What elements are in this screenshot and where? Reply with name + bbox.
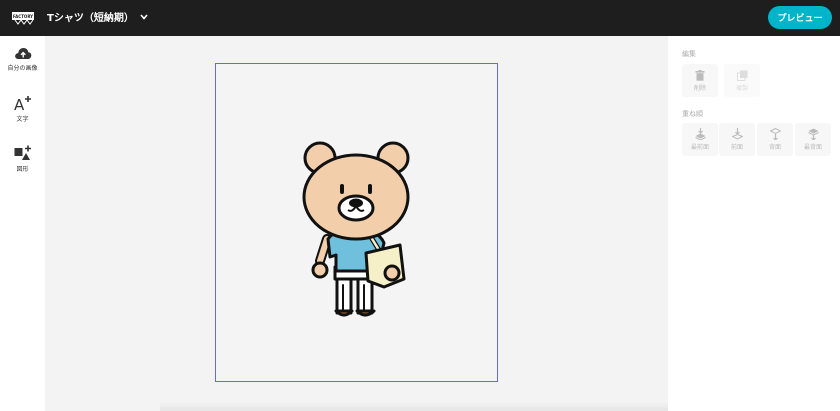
canvas-bottom-shadow: [160, 402, 680, 411]
add-shape-icon: [14, 145, 31, 160]
svg-text:A: A: [14, 96, 25, 111]
edit-section-title: 編集: [682, 50, 696, 58]
sidebar-item-label: 図形: [16, 166, 29, 173]
preview-button[interactable]: プレビュー: [768, 6, 832, 29]
left-sidebar: 自分の画像 A 文字 図形: [0, 36, 45, 411]
sidebar-item-text[interactable]: A 文字: [0, 95, 45, 123]
bring-forward-icon: [731, 128, 743, 140]
properties-panel: 編集 削除 複製 重ね順 最前面 前面 背面 最背面: [668, 36, 840, 411]
layer-label: 前面: [730, 144, 743, 151]
duplicate-icon: [736, 70, 747, 81]
sidebar-item-shapes[interactable]: 図形: [0, 145, 45, 173]
send-backward-button[interactable]: 背面: [757, 123, 793, 156]
bring-to-front-icon: [694, 128, 706, 140]
factory-logo[interactable]: FACTORY: [12, 10, 34, 25]
add-text-icon: A: [14, 96, 31, 111]
top-bar: FACTORY Tシャツ（短納期） プレビュー: [0, 0, 840, 36]
bring-to-front-button[interactable]: 最前面: [682, 123, 718, 156]
trash-icon: [695, 69, 705, 81]
layer-label: 最背面: [803, 144, 822, 151]
sidebar-item-label: 文字: [16, 116, 29, 123]
cloud-upload-icon: [14, 48, 31, 59]
sidebar-item-label: 自分の画像: [7, 65, 38, 72]
duplicate-label: 複製: [735, 84, 748, 92]
product-name: Tシャツ（短納期）: [47, 13, 134, 24]
send-backward-icon: [769, 128, 781, 140]
send-to-back-icon: [807, 128, 819, 140]
product-selector[interactable]: Tシャツ（短納期）: [47, 9, 148, 24]
delete-button[interactable]: 削除: [682, 64, 718, 97]
layer-label: 背面: [768, 144, 781, 151]
layer-section-title: 重ね順: [682, 110, 703, 118]
delete-label: 削除: [693, 84, 706, 92]
chevron-down-icon: [140, 13, 148, 20]
duplicate-button[interactable]: 複製: [724, 64, 760, 97]
bring-forward-button[interactable]: 前面: [719, 123, 755, 156]
logo-text: FACTORY: [13, 14, 33, 19]
bear-artwork[interactable]: [300, 139, 416, 325]
layer-label: 最前面: [690, 144, 709, 151]
sidebar-item-my-images[interactable]: 自分の画像: [0, 46, 45, 72]
send-to-back-button[interactable]: 最背面: [795, 123, 831, 156]
